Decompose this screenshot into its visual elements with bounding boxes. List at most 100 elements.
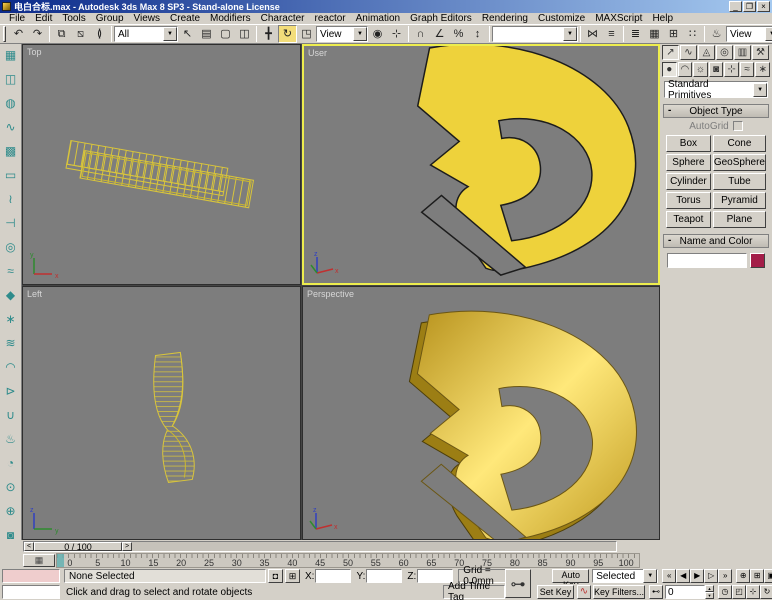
arc-rotate-icon[interactable]: ↻ <box>760 585 772 599</box>
spinner-up-icon[interactable]: ▲ <box>705 585 714 592</box>
viewport-perspective[interactable]: Perspective <box>302 286 660 540</box>
pan-icon[interactable]: ⊹ <box>746 585 760 599</box>
teapot-button[interactable]: Teapot <box>666 211 711 228</box>
viewport-left[interactable]: Left y z <box>22 286 301 540</box>
close-button[interactable]: × <box>757 1 770 12</box>
category-space-warps-icon[interactable]: ≈ <box>740 62 755 77</box>
viewport-perspective-label[interactable]: Perspective <box>307 289 354 299</box>
menu-views[interactable]: Views <box>129 13 166 24</box>
previous-frame-button[interactable]: ◀ <box>676 569 690 583</box>
mirror-icon[interactable]: ⋈ <box>583 25 602 43</box>
tab-display[interactable]: ▥ <box>734 45 751 60</box>
reactor-rope-collection-icon[interactable]: ∿ <box>1 118 20 137</box>
rectangular-selection-icon[interactable]: ▢ <box>216 25 235 43</box>
redo-icon[interactable]: ↷ <box>28 25 47 43</box>
menu-modifiers[interactable]: Modifiers <box>205 13 256 24</box>
window-crossing-icon[interactable]: ◫ <box>235 25 254 43</box>
reactor-motor-icon[interactable]: ◎ <box>1 238 20 257</box>
dropdown-arrow-icon[interactable]: ▼ <box>563 27 577 41</box>
set-keys-key-icon[interactable]: ⊶ <box>505 569 531 598</box>
percent-snap-icon[interactable]: % <box>449 25 468 43</box>
bind-to-space-warp-icon[interactable]: ≬ <box>90 25 109 43</box>
sphere-button[interactable]: Sphere <box>666 154 711 171</box>
cylinder-button[interactable]: Cylinder <box>666 173 711 190</box>
schematic-view-icon[interactable]: ⊞ <box>664 25 683 43</box>
tab-motion[interactable]: ◎ <box>716 45 733 60</box>
time-config-icon[interactable]: ◷ <box>718 585 732 599</box>
category-shapes-icon[interactable]: ◠ <box>678 62 693 77</box>
reactor-soft-body-collection-icon[interactable]: ◍ <box>1 94 20 113</box>
torus-button[interactable]: Torus <box>666 192 711 209</box>
maxscript-listener-pink[interactable] <box>2 569 60 583</box>
play-button[interactable]: ▶ <box>690 569 704 583</box>
menu-file[interactable]: File <box>4 13 30 24</box>
current-time-field[interactable]: 0 <box>665 585 705 599</box>
maxscript-listener-white[interactable] <box>2 585 60 599</box>
plane-button[interactable]: Plane <box>713 211 766 228</box>
object-color-swatch[interactable] <box>750 253 765 268</box>
spinner-down-icon[interactable]: ▼ <box>705 592 714 599</box>
unlink-selection-icon[interactable]: ⧅ <box>71 25 90 43</box>
select-by-name-icon[interactable]: ▤ <box>197 25 216 43</box>
reactor-rigid-body-collection-icon[interactable]: ▦ <box>1 46 20 65</box>
select-and-link-icon[interactable]: ⧉ <box>52 25 71 43</box>
selection-set-dropdown[interactable]: Selected ▼ <box>592 569 658 583</box>
viewport-left-label[interactable]: Left <box>27 289 42 299</box>
angle-snap-icon[interactable]: ∠ <box>430 25 449 43</box>
primitive-category-dropdown[interactable]: Standard Primitives ▼ <box>664 81 768 98</box>
zoom-extents-icon[interactable]: ▣ <box>764 569 772 583</box>
spinner-snap-icon[interactable]: ↕ <box>468 25 487 43</box>
add-time-tag[interactable]: Add Time Tag <box>443 585 505 599</box>
time-slider-track[interactable]: < 0 / 100 > <box>23 541 617 552</box>
tab-create[interactable]: ↗ <box>662 45 679 60</box>
select-and-scale-icon[interactable]: ◳ <box>297 25 316 43</box>
menu-maxscript[interactable]: MAXScript <box>590 13 647 24</box>
menu-animation[interactable]: Animation <box>351 13 405 24</box>
restore-button[interactable]: ❐ <box>743 1 756 12</box>
reactor-utility-icon[interactable]: ⊕ <box>1 502 20 521</box>
category-geometry-icon[interactable]: ● <box>662 62 677 77</box>
use-pivot-center-icon[interactable]: ◉ <box>368 25 387 43</box>
go-to-start-button[interactable]: « <box>662 569 676 583</box>
reactor-cloth-modifier-icon[interactable]: ◠ <box>1 358 20 377</box>
reactor-fracture-icon[interactable]: ∗ <box>1 310 20 329</box>
pyramid-button[interactable]: Pyramid <box>713 192 766 209</box>
snap-toggle-3d-icon[interactable]: ∩ <box>411 25 430 43</box>
select-and-manipulate-icon[interactable]: ⊹ <box>387 25 406 43</box>
select-object-icon[interactable]: ↖ <box>178 25 197 43</box>
menu-tools[interactable]: Tools <box>57 13 90 24</box>
render-scene-icon[interactable]: ♨ <box>707 25 726 43</box>
category-systems-icon[interactable]: ∗ <box>755 62 770 77</box>
reference-coordinate-dropdown[interactable]: View▼ <box>316 26 368 42</box>
reactor-water-icon[interactable]: ≋ <box>1 334 20 353</box>
select-and-move-icon[interactable]: ╋ <box>259 25 278 43</box>
geosphere-button[interactable]: GeoSphere <box>713 154 766 171</box>
reactor-analyze-world-icon[interactable]: ⊙ <box>1 478 20 497</box>
material-editor-icon[interactable]: ∷ <box>683 25 702 43</box>
menu-group[interactable]: Group <box>91 13 129 24</box>
tube-button[interactable]: Tube <box>713 173 766 190</box>
selection-filter-dropdown[interactable]: All▼ <box>114 26 178 42</box>
next-frame-arrow[interactable]: > <box>122 542 132 551</box>
undo-icon[interactable]: ↶ <box>9 25 28 43</box>
menu-create[interactable]: Create <box>165 13 205 24</box>
menu-help[interactable]: Help <box>647 13 678 24</box>
mini-curve-editor-button[interactable]: ▦ <box>23 554 55 567</box>
named-selection-sets-dropdown[interactable]: ▼ <box>492 26 578 42</box>
key-filters-button[interactable]: Key Filters... <box>593 585 645 599</box>
dropdown-arrow-icon[interactable]: ▼ <box>163 27 177 41</box>
set-key-button[interactable]: Set Key <box>537 585 574 599</box>
reactor-deforming-mesh-collection-icon[interactable]: ▩ <box>1 142 20 161</box>
y-coordinate-field[interactable] <box>366 569 402 583</box>
new-key-icon[interactable]: ∿ <box>577 585 591 599</box>
object-name-input[interactable] <box>667 253 747 268</box>
object-type-rollout[interactable]: - Object Type <box>663 104 769 118</box>
go-to-end-button[interactable]: » <box>718 569 732 583</box>
viewport-top-label[interactable]: Top <box>27 47 42 57</box>
tab-hierarchy[interactable]: ◬ <box>698 45 715 60</box>
category-helpers-icon[interactable]: ⊹ <box>724 62 739 77</box>
reactor-plane-icon[interactable]: ▭ <box>1 166 20 185</box>
viewport-user-label[interactable]: User <box>308 48 327 58</box>
select-and-rotate-icon[interactable]: ↻ <box>278 25 297 43</box>
reactor-rope-modifier-icon[interactable]: ∪ <box>1 406 20 425</box>
